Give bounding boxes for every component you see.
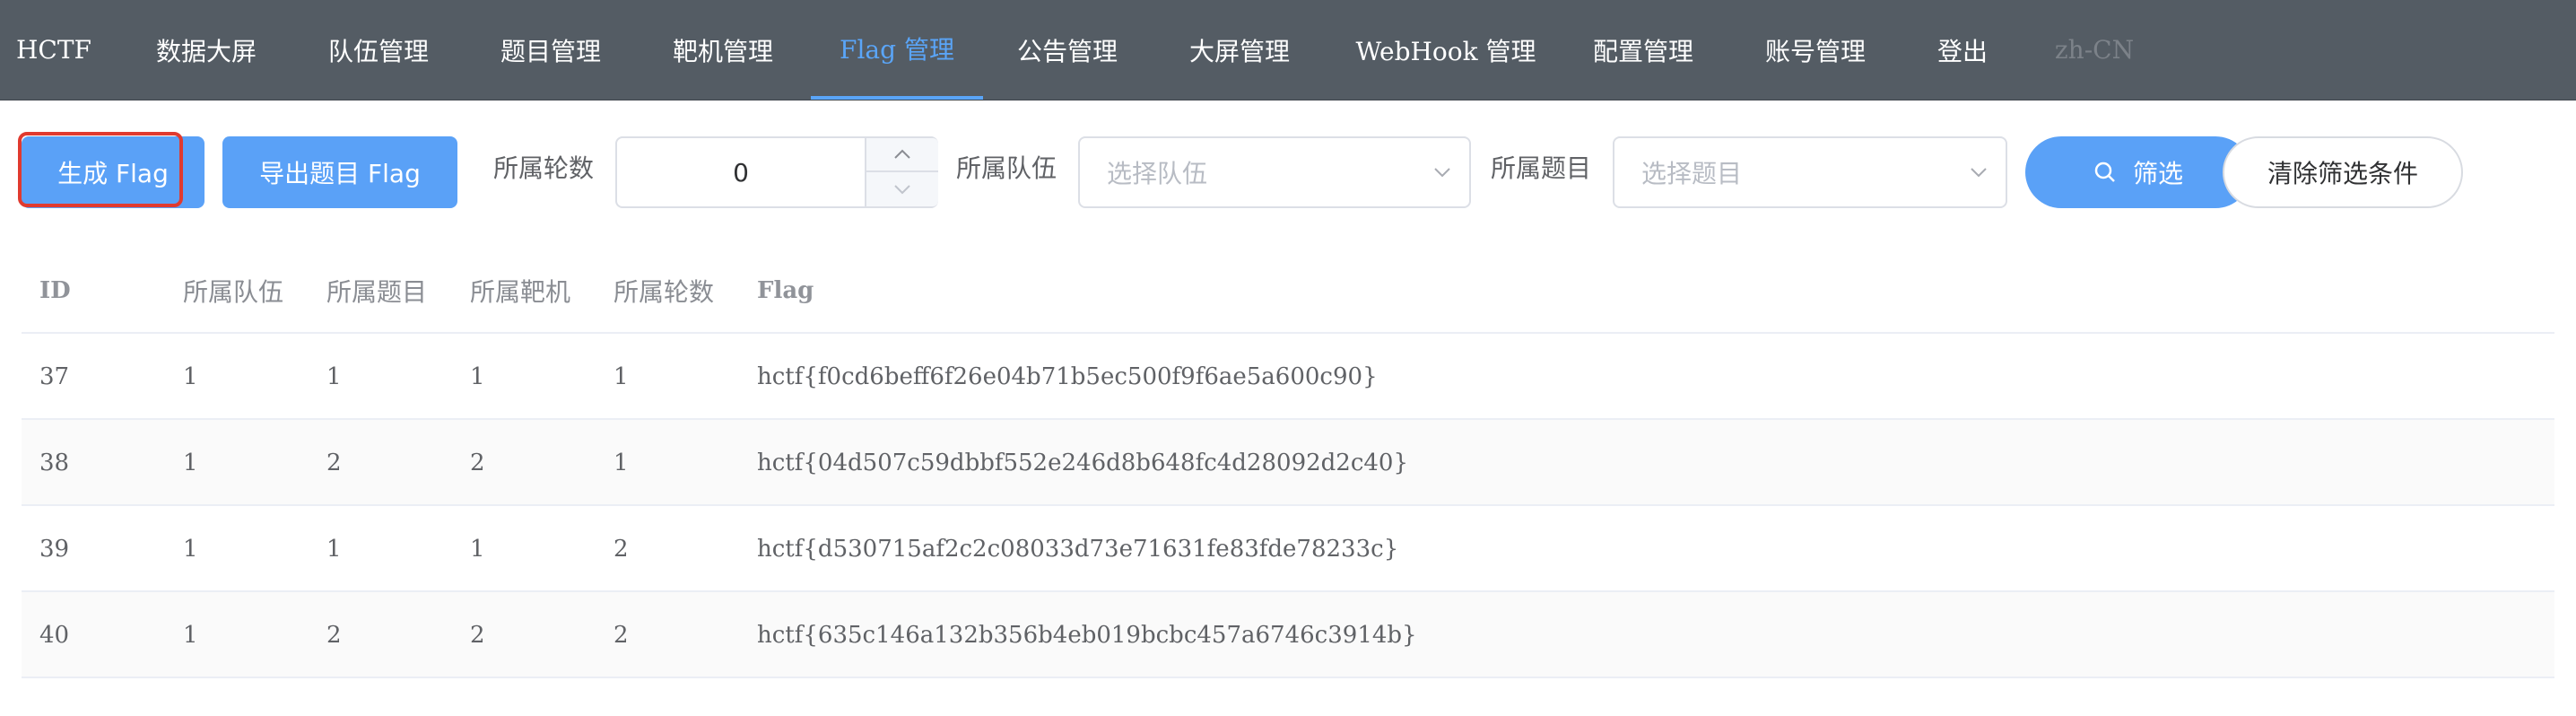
nav-item-accounts[interactable]: 账号管理: [1744, 0, 1887, 100]
decrement-button[interactable]: [866, 172, 938, 206]
increment-button[interactable]: [866, 138, 938, 172]
cell-challenge: 1: [326, 363, 342, 390]
clear-filters-label: 清除筛选条件: [2267, 159, 2418, 188]
clear-filters-button[interactable]: 清除筛选条件: [2223, 136, 2463, 208]
nav-item-language[interactable]: zh-CN: [2045, 0, 2144, 100]
table-row[interactable]: 38 1 2 2 1 hctf{04d507c59dbbf552e246d8b6…: [22, 420, 2554, 506]
export-flags-button[interactable]: 导出题目 Flag: [222, 136, 457, 208]
table-row[interactable]: 37 1 1 1 1 hctf{f0cd6beff6f26e04b71b5ec5…: [22, 334, 2554, 420]
cell-id: 39: [39, 536, 70, 563]
generate-flag-button[interactable]: 生成 Flag: [22, 136, 205, 208]
cell-target: 1: [470, 536, 485, 563]
round-stepper-controls: [865, 138, 938, 206]
cell-team: 1: [183, 450, 198, 476]
team-filter-label: 所属队伍: [956, 153, 1057, 183]
nav-item-challenges[interactable]: 题目管理: [481, 0, 621, 100]
column-header-challenge: 所属题目: [326, 277, 428, 307]
round-stepper-value[interactable]: 0: [617, 138, 865, 206]
chevron-down-icon: [1434, 168, 1450, 178]
team-select[interactable]: 选择队伍: [1078, 136, 1471, 208]
cell-flag: hctf{d530715af2c2c08033d73e71631fe83fde7…: [757, 536, 1399, 563]
challenge-select[interactable]: 选择题目: [1613, 136, 2007, 208]
top-nav-bar: HCTF 数据大屏 队伍管理 题目管理 靶机管理 Flag 管理 公告管理 大屏…: [0, 0, 2576, 100]
nav-item-teams[interactable]: 队伍管理: [309, 0, 448, 100]
cell-challenge: 2: [326, 450, 342, 476]
round-filter-label: 所属轮数: [493, 153, 595, 183]
column-header-id: ID: [39, 277, 71, 304]
nav-item-webhook[interactable]: WebHook 管理: [1342, 0, 1550, 100]
cell-round: 2: [614, 622, 629, 649]
filter-button-label: 筛选: [2132, 159, 2183, 188]
column-header-flag: Flag: [757, 277, 814, 304]
cell-target: 2: [470, 622, 485, 649]
nav-item-announcements[interactable]: 公告管理: [997, 0, 1137, 100]
nav-item-config[interactable]: 配置管理: [1571, 0, 1715, 100]
table-row[interactable]: 39 1 1 1 2 hctf{d530715af2c2c08033d73e71…: [22, 506, 2554, 592]
export-flags-label: 导出题目 Flag: [259, 159, 421, 188]
cell-challenge: 1: [326, 536, 342, 563]
team-select-placeholder: 选择队伍: [1107, 159, 1208, 188]
nav-item-targets[interactable]: 靶机管理: [653, 0, 793, 100]
cell-team: 1: [183, 622, 198, 649]
chevron-down-icon: [894, 185, 910, 195]
generate-flag-label: 生成 Flag: [57, 159, 169, 188]
cell-team: 1: [183, 363, 198, 390]
challenge-select-placeholder: 选择题目: [1641, 159, 1743, 188]
cell-challenge: 2: [326, 622, 342, 649]
cell-team: 1: [183, 536, 198, 563]
cell-round: 1: [614, 450, 629, 476]
cell-round: 1: [614, 363, 629, 390]
nav-brand-hctf[interactable]: HCTF: [0, 0, 108, 100]
nav-item-flags[interactable]: Flag 管理: [811, 0, 983, 100]
column-header-target: 所属靶机: [470, 277, 571, 307]
column-header-round: 所属轮数: [614, 277, 715, 307]
search-icon: [2094, 162, 2115, 182]
chevron-up-icon: [894, 149, 910, 159]
table-header-row: ID 所属队伍 所属题目 所属靶机 所属轮数 Flag: [22, 248, 2554, 334]
cell-flag: hctf{f0cd6beff6f26e04b71b5ec500f9f6ae5a6…: [757, 363, 1378, 390]
cell-flag: hctf{635c146a132b356b4eb019bcbc457a6746c…: [757, 622, 1417, 649]
nav-item-logout[interactable]: 登出: [1919, 0, 2006, 100]
cell-id: 38: [39, 450, 70, 476]
challenge-filter-label: 所属题目: [1491, 153, 1592, 183]
filter-button[interactable]: 筛选: [2025, 136, 2251, 208]
cell-id: 40: [39, 622, 70, 649]
chevron-down-icon: [1971, 168, 1987, 178]
nav-item-screens[interactable]: 大屏管理: [1170, 0, 1310, 100]
cell-round: 2: [614, 536, 629, 563]
cell-target: 1: [470, 363, 485, 390]
cell-flag: hctf{04d507c59dbbf552e246d8b648fc4d28092…: [757, 450, 1409, 476]
column-header-team: 所属队伍: [183, 277, 284, 307]
flags-table: ID 所属队伍 所属题目 所属靶机 所属轮数 Flag 37 1 1 1 1 h…: [22, 248, 2554, 678]
table-row[interactable]: 40 1 2 2 2 hctf{635c146a132b356b4eb019bc…: [22, 592, 2554, 678]
round-stepper[interactable]: 0: [615, 136, 938, 208]
nav-item-dashboard[interactable]: 数据大屏: [136, 0, 276, 100]
cell-id: 37: [39, 363, 70, 390]
cell-target: 2: [470, 450, 485, 476]
